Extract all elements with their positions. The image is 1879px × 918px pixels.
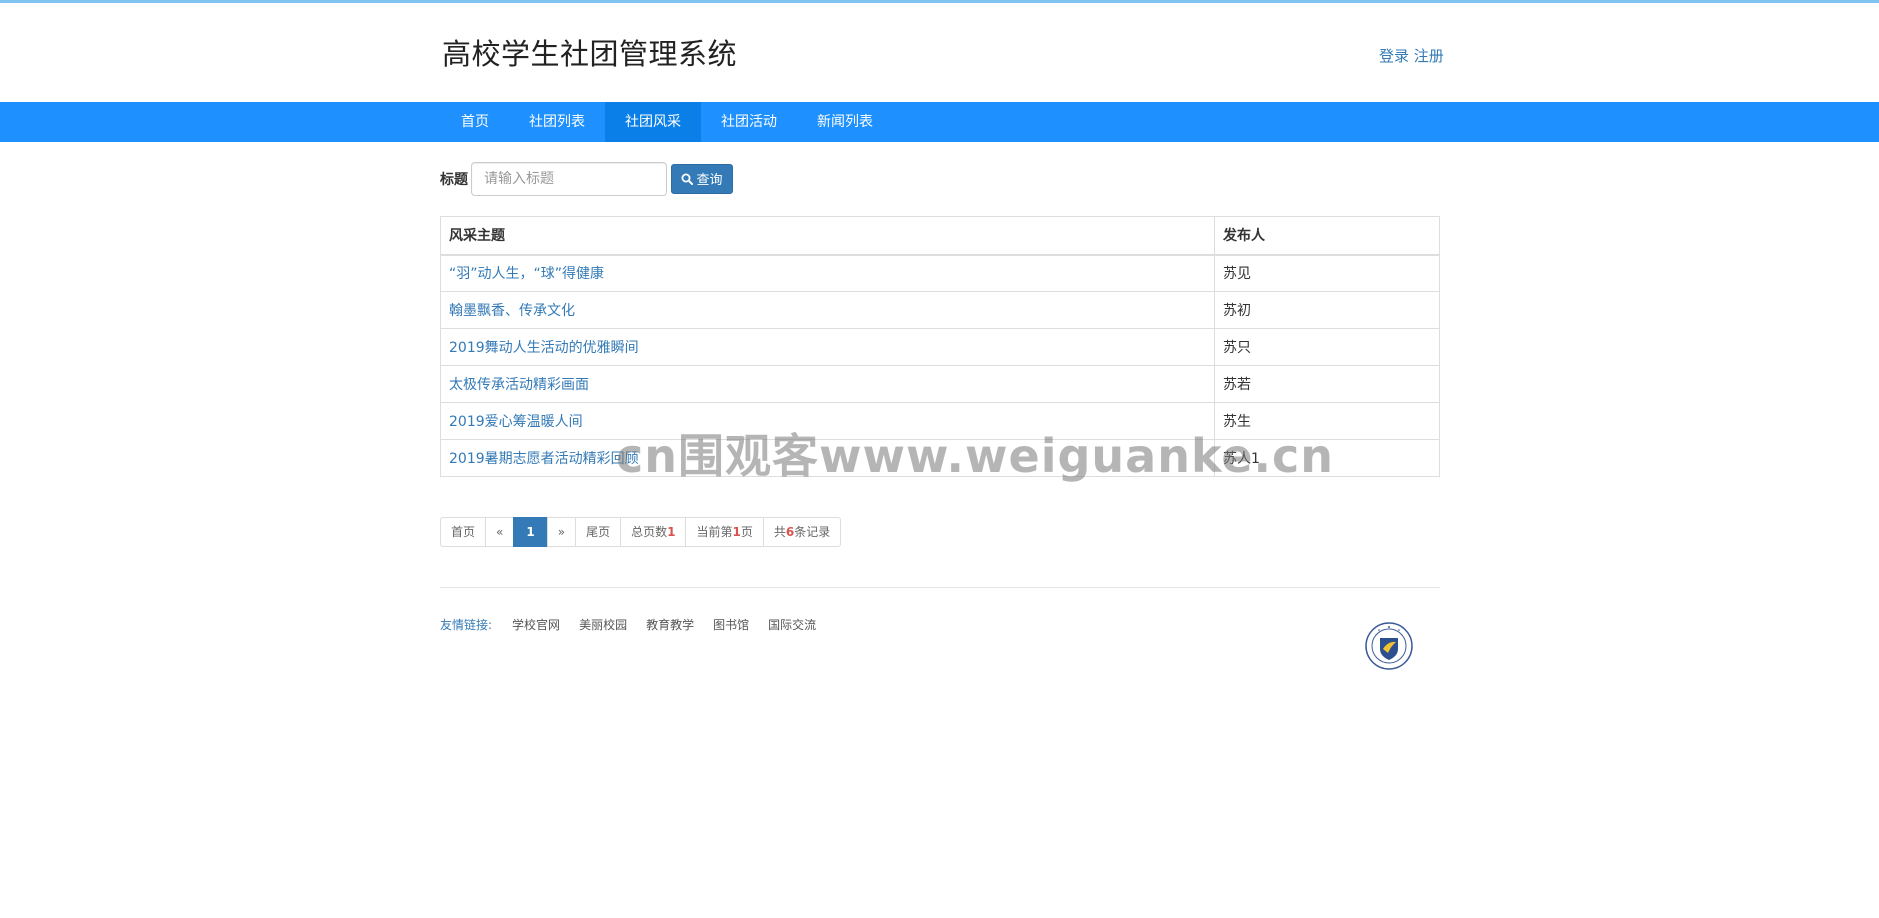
nav-item-club-showcase[interactable]: 社团风采 [605, 102, 701, 142]
nav-menu: 首页 社团列表 社团风采 社团活动 新闻列表 [441, 102, 893, 142]
record-count-value: 6 [785, 525, 795, 539]
showcase-title-link[interactable]: 2019爱心筹温暖人间 [449, 414, 583, 430]
pagination-last-button[interactable]: 尾页 [575, 517, 622, 547]
column-header-publisher: 发布人 [1214, 216, 1440, 256]
showcase-title-link[interactable]: “羽”动人生，“球”得健康 [449, 266, 604, 282]
auth-links: 登录 注册 [1379, 45, 1444, 66]
pagination-current-info: 当前第1页 [685, 517, 764, 547]
total-pages-prefix: 总页数 [631, 525, 668, 539]
table-row: 太极传承活动精彩画面 苏若 [440, 365, 1440, 403]
table-row: 2019舞动人生活动的优雅瞬间 苏只 [440, 328, 1440, 366]
footer-divider [440, 587, 1440, 588]
link-international-exchange[interactable]: 国际交流 [768, 616, 816, 633]
site-header: 高校学生社团管理系统 登录 注册 [0, 3, 1879, 102]
pagination-current-page[interactable]: 1 [513, 517, 548, 547]
pagination-prev-button[interactable]: « [485, 517, 515, 547]
login-link[interactable]: 登录 [1379, 47, 1409, 65]
table-row: 翰墨飘香、传承文化 苏初 [440, 291, 1440, 329]
current-page-value: 1 [732, 525, 741, 539]
nav-item-club-list[interactable]: 社团列表 [509, 102, 605, 142]
pagination: 首页 « 1 » 尾页 总页数1 当前第1页 共6条记录 [440, 517, 842, 547]
search-label: 标题 [440, 171, 468, 188]
friendly-links: 友情链接: 学校官网 美丽校园 教育教学 图书馆 国际交流 [440, 616, 835, 633]
search-button[interactable]: 查询 [671, 163, 733, 194]
pagination-first-button[interactable]: 首页 [440, 517, 487, 547]
pagination-next-button[interactable]: » [546, 517, 577, 547]
showcase-title-link[interactable]: 2019暑期志愿者活动精彩回顾 [449, 451, 639, 467]
nav-item-news-list[interactable]: 新闻列表 [797, 102, 893, 142]
friendly-links-label: 友情链接: [440, 618, 493, 632]
publisher-cell: 苏见 [1214, 254, 1440, 292]
record-count-prefix: 共 [773, 525, 786, 539]
showcase-title-link[interactable]: 太极传承活动精彩画面 [449, 377, 589, 393]
table-header-row: 风采主题 发布人 [440, 216, 1440, 256]
record-count-suffix: 条记录 [794, 525, 831, 539]
current-page-prefix: 当前第 [696, 525, 733, 539]
showcase-title-link[interactable]: 翰墨飘香、传承文化 [449, 303, 575, 319]
watermark-text: cn围观客www.weiguanke.cn [616, 429, 1335, 483]
column-header-title: 风采主题 [440, 216, 1215, 256]
search-button-label: 查询 [696, 173, 723, 188]
publisher-cell: 苏初 [1214, 291, 1440, 329]
table-row: “羽”动人生，“球”得健康 苏见 [440, 254, 1440, 292]
total-pages-value: 1 [667, 525, 676, 539]
publisher-cell: 苏只 [1214, 328, 1440, 366]
search-icon [681, 173, 694, 185]
link-library[interactable]: 图书馆 [713, 616, 749, 633]
register-link[interactable]: 注册 [1414, 47, 1444, 65]
current-page-suffix: 页 [740, 525, 753, 539]
nav-item-home[interactable]: 首页 [441, 102, 509, 142]
nav-item-club-activities[interactable]: 社团活动 [701, 102, 797, 142]
pagination-total-pages: 总页数1 [620, 517, 687, 547]
title-search-input[interactable] [471, 161, 667, 196]
link-beautiful-campus[interactable]: 美丽校园 [579, 616, 627, 633]
site-title: 高校学生社团管理系统 [442, 37, 738, 71]
pagination-record-count: 共6条记录 [762, 517, 842, 547]
showcase-title-link[interactable]: 2019舞动人生活动的优雅瞬间 [449, 340, 639, 356]
school-emblem-icon [1365, 622, 1413, 670]
link-school-site[interactable]: 学校官网 [512, 616, 560, 633]
search-bar: 标题 查询 [440, 161, 733, 196]
main-navbar: 首页 社团列表 社团风采 社团活动 新闻列表 [0, 102, 1879, 142]
publisher-cell: 苏若 [1214, 365, 1440, 403]
link-education[interactable]: 教育教学 [646, 616, 694, 633]
